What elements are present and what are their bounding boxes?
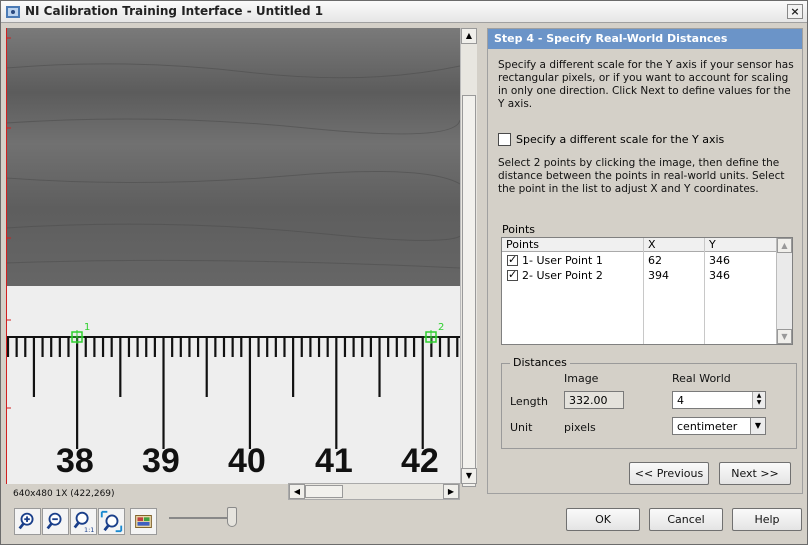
image-viewer[interactable]: 38 39 40 41 42 1 2 [6,28,460,484]
length-image-field: 332.00 [564,391,624,409]
cancel-button[interactable]: Cancel [649,508,723,531]
close-button[interactable]: × [787,4,803,19]
length-label: Length [510,395,548,408]
length-real-world-value[interactable]: 4 [677,394,684,407]
real-world-column-label: Real World [672,372,731,385]
calibration-image[interactable]: 38 39 40 41 42 1 2 [6,28,460,484]
help-button[interactable]: Help [732,508,802,531]
image-settings-icon[interactable] [130,508,157,535]
point-marker-label: 2 [438,322,444,333]
scroll-right-button[interactable]: ▶ [443,484,459,499]
ruler-number: 41 [315,442,353,480]
previous-button[interactable]: << Previous [629,462,709,485]
scroll-up-button[interactable]: ▲ [461,28,477,44]
point-y: 346 [709,269,730,282]
ok-button[interactable]: OK [566,508,640,531]
title-bar: NI Calibration Training Interface - Unti… [1,1,807,23]
point-marker-label: 1 [84,322,90,333]
point-checkbox[interactable] [507,268,518,281]
points-table[interactable]: Points X Y 1- User Point 1 62 346 2- Use… [501,237,793,345]
point-x: 394 [648,269,669,282]
instructions-text: Select 2 points by clicking the image, t… [498,157,785,195]
zoom-slider-thumb[interactable] [227,507,237,527]
ruler-number: 39 [142,442,180,480]
step-title: Step 4 - Specify Real-World Distances [488,29,802,49]
chevron-down-icon[interactable]: ▼ [750,418,765,434]
window-title: NI Calibration Training Interface - Unti… [25,4,324,18]
ruler-number: 42 [401,442,439,480]
length-image-value: 332.00 [569,394,608,407]
y-scale-checkbox[interactable] [498,132,511,146]
unit-label: Unit [510,421,533,434]
ruler-number: 40 [228,442,266,480]
y-scale-checkbox-label[interactable]: Specify a different scale for the Y axis [516,133,724,146]
image-horizontal-scrollbar[interactable]: ◀ ▶ [288,483,460,500]
scroll-down-button[interactable]: ▼ [461,468,477,484]
length-spinner[interactable]: ▲ ▼ [752,392,765,408]
unit-dropdown[interactable]: centimeter ▼ [672,417,766,435]
table-row[interactable]: 1- User Point 1 62 346 [502,253,776,268]
zoom-slider-track[interactable] [169,517,229,519]
image-vertical-scrollbar[interactable]: ▲ ▼ [460,28,477,487]
length-real-world-field[interactable]: 4 ▲ ▼ [672,391,766,409]
intro-text: Specify a different scale for the Y axis… [498,59,794,110]
column-header-y[interactable]: Y [709,238,716,251]
svg-text:1:1: 1:1 [84,526,94,534]
y-scale-checkbox-row[interactable]: Specify a different scale for the Y axis [498,132,724,146]
image-status: 640x480 1X (422,269) [13,489,115,499]
calibration-window: NI Calibration Training Interface - Unti… [0,0,808,545]
ruler-number: 38 [56,442,94,480]
zoom-1to1-icon[interactable]: 1:1 [70,508,97,535]
app-icon [5,4,21,20]
point-checkbox[interactable] [507,253,518,266]
zoom-out-icon[interactable] [42,508,69,535]
image-column-label: Image [564,372,599,385]
scroll-thumb[interactable] [462,95,476,487]
point-y: 346 [709,254,730,267]
scroll-left-button[interactable]: ◀ [289,484,305,499]
distances-legend: Distances [510,356,570,369]
column-header-x[interactable]: X [648,238,656,251]
points-table-scrollbar[interactable]: ▲ ▼ [776,238,792,344]
scroll-up-button[interactable]: ▲ [777,238,792,253]
table-row[interactable]: 2- User Point 2 394 346 [502,268,776,283]
next-button[interactable]: Next >> [719,462,791,485]
distances-group: Distances Image Real World Length 332.00… [501,356,797,449]
zoom-to-fit-icon[interactable] [98,508,125,535]
zoom-in-icon[interactable] [14,508,41,535]
column-header-points[interactable]: Points [506,238,539,251]
point-x: 62 [648,254,662,267]
point-name: 2- User Point 2 [522,269,603,282]
unit-image-value: pixels [564,421,596,434]
scroll-down-button[interactable]: ▼ [777,329,792,344]
points-label: Points [502,223,536,236]
point-name: 1- User Point 1 [522,254,603,267]
points-table-header: Points X Y [502,238,776,252]
step-panel: Step 4 - Specify Real-World Distances Sp… [487,28,803,494]
unit-dropdown-value[interactable]: centimeter [677,420,737,433]
scroll-thumb[interactable] [305,485,343,498]
